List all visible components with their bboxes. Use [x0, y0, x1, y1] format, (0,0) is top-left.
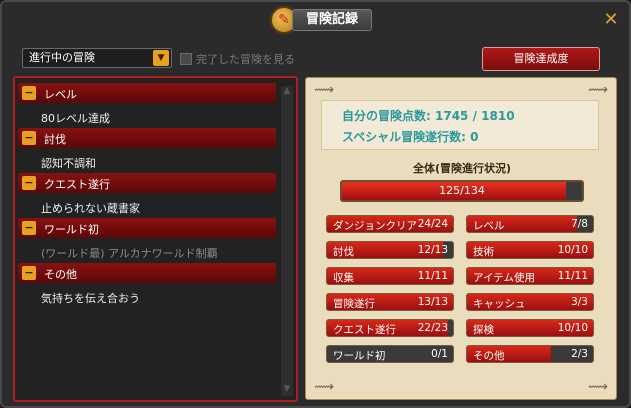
category-other[interactable]: − その他	[18, 263, 276, 283]
category-progress-name: 討伐	[333, 246, 354, 258]
category-progress-bar: 冒険遂行 13/13	[326, 293, 454, 311]
category-progress-name: 冒険遂行	[333, 298, 375, 310]
collapse-icon[interactable]: −	[22, 176, 36, 190]
category-progress-bar: 探検 10/10	[466, 319, 594, 337]
scroll-ornament-icon: ⟿	[587, 379, 608, 395]
category-progress-bar: 収集 11/11	[326, 267, 454, 285]
category-label: 討伐	[44, 133, 66, 146]
category-progress-name: キャッシュ	[473, 298, 526, 310]
category-progress-name: クエスト遂行	[333, 324, 396, 336]
points-max: 1810	[481, 109, 515, 123]
category-progress-value: 11/11	[557, 270, 588, 282]
list-item[interactable]: (ワールド最) アルカナワールド制覇	[41, 245, 218, 261]
chevron-down-icon[interactable]: ▼	[153, 50, 169, 66]
scroll-ornament-icon: ⟿	[314, 82, 335, 98]
category-progress-value: 11/11	[417, 270, 448, 282]
scrollbar[interactable]: ▲ ▼	[281, 86, 293, 396]
category-quest[interactable]: − クエスト遂行	[18, 173, 276, 193]
category-progress-name: アイテム使用	[473, 272, 535, 284]
list-item[interactable]: 認知不調和	[41, 155, 96, 171]
category-progress-name: ダンジョンクリア	[333, 220, 417, 232]
category-progress-value: 7/8	[571, 218, 588, 230]
score-summary: 自分の冒険点数: 1745 / 1810 スペシャル冒険遂行数: 0	[321, 100, 599, 150]
list-item[interactable]: 気持ちを伝え合おう	[41, 290, 140, 306]
points-label: 自分の冒険点数:	[342, 109, 431, 123]
category-label: クエスト遂行	[44, 178, 110, 191]
category-progress-name: レベル	[473, 220, 505, 232]
window-title: 冒険記録	[292, 9, 372, 31]
points-separator: /	[472, 109, 477, 123]
close-icon[interactable]: ✕	[603, 11, 619, 29]
adventure-list-panel: − レベル 80レベル達成 − 討伐 認知不調和 − クエスト遂行 止められない…	[13, 76, 298, 402]
category-progress-value: 22/23	[417, 322, 448, 334]
scroll-up-icon[interactable]: ▲	[281, 86, 293, 98]
category-progress-value: 13/13	[417, 296, 448, 308]
category-progress-bar: 討伐 12/13	[326, 241, 454, 259]
progress-filter-dropdown[interactable]: 進行中の冒険 ▼	[22, 48, 172, 68]
category-progress-value: 10/10	[557, 244, 588, 256]
category-label: レベル	[44, 88, 77, 101]
adventure-record-window: ✎ 冒険記録 ✕ 進行中の冒険 ▼ 完了した冒険を見る 冒険達成度 − レベル …	[0, 0, 631, 408]
category-progress-bar: ワールド初 0/1	[326, 345, 454, 363]
category-progress-bar: ダンジョンクリア 24/24	[326, 215, 454, 233]
progress-panel: ⟿ ⟿ ⟿ ⟿ 自分の冒険点数: 1745 / 1810 スペシャル冒険遂行数:…	[305, 77, 617, 400]
category-progress-name: 収集	[333, 272, 354, 284]
category-progress-bar: レベル 7/8	[466, 215, 594, 233]
scroll-ornament-icon: ⟿	[587, 82, 608, 98]
scroll-ornament-icon: ⟿	[314, 379, 335, 395]
category-label: その他	[44, 268, 77, 281]
adventure-points: 自分の冒険点数: 1745 / 1810	[342, 107, 515, 124]
category-hunt[interactable]: − 討伐	[18, 128, 276, 148]
list-item[interactable]: 止められない蔵書家	[41, 200, 140, 216]
category-progress-name: その他	[473, 350, 505, 362]
collapse-icon[interactable]: −	[22, 221, 36, 235]
overall-progress-text: 125/134	[439, 184, 485, 197]
category-progress-name: 探検	[473, 324, 494, 336]
title-bar: ✎ 冒険記録 ✕	[2, 2, 629, 38]
category-progress-bar: その他 2/3	[466, 345, 594, 363]
show-completed-checkbox[interactable]	[180, 53, 192, 65]
dropdown-selected: 進行中の冒険	[29, 51, 95, 64]
category-progress-value: 3/3	[571, 296, 588, 308]
overall-progress-title: 全体(冒険進行状況)	[412, 162, 512, 175]
category-progress-value: 2/3	[571, 348, 588, 360]
category-progress-value: 0/1	[431, 348, 448, 360]
category-label: ワールド初	[44, 223, 99, 236]
category-progress-name: ワールド初	[333, 350, 386, 362]
category-progress-value: 10/10	[557, 322, 588, 334]
category-progress-bar: クエスト遂行 22/23	[326, 319, 454, 337]
achievement-rate-button[interactable]: 冒険達成度	[482, 47, 600, 71]
overall-progress-bar: 125/134	[340, 180, 584, 202]
special-adventure-count: スペシャル冒険遂行数: 0	[342, 128, 479, 145]
collapse-icon[interactable]: −	[22, 131, 36, 145]
show-completed-label: 完了した冒険を見る	[196, 53, 295, 66]
special-label: スペシャル冒険遂行数:	[342, 130, 466, 144]
category-progress-name: 技術	[473, 246, 494, 258]
list-item[interactable]: 80レベル達成	[41, 110, 110, 126]
category-progress-value: 12/13	[417, 244, 448, 256]
scroll-down-icon[interactable]: ▼	[281, 384, 293, 396]
collapse-icon[interactable]: −	[22, 266, 36, 280]
category-level[interactable]: − レベル	[18, 83, 276, 103]
category-progress-bar: キャッシュ 3/3	[466, 293, 594, 311]
category-progress-bar: アイテム使用 11/11	[466, 267, 594, 285]
category-world-first[interactable]: − ワールド初	[18, 218, 276, 238]
category-progress-value: 24/24	[417, 218, 448, 230]
collapse-icon[interactable]: −	[22, 86, 36, 100]
special-value: 0	[470, 130, 479, 144]
category-progress-bar: 技術 10/10	[466, 241, 594, 259]
points-value: 1745	[435, 109, 469, 123]
